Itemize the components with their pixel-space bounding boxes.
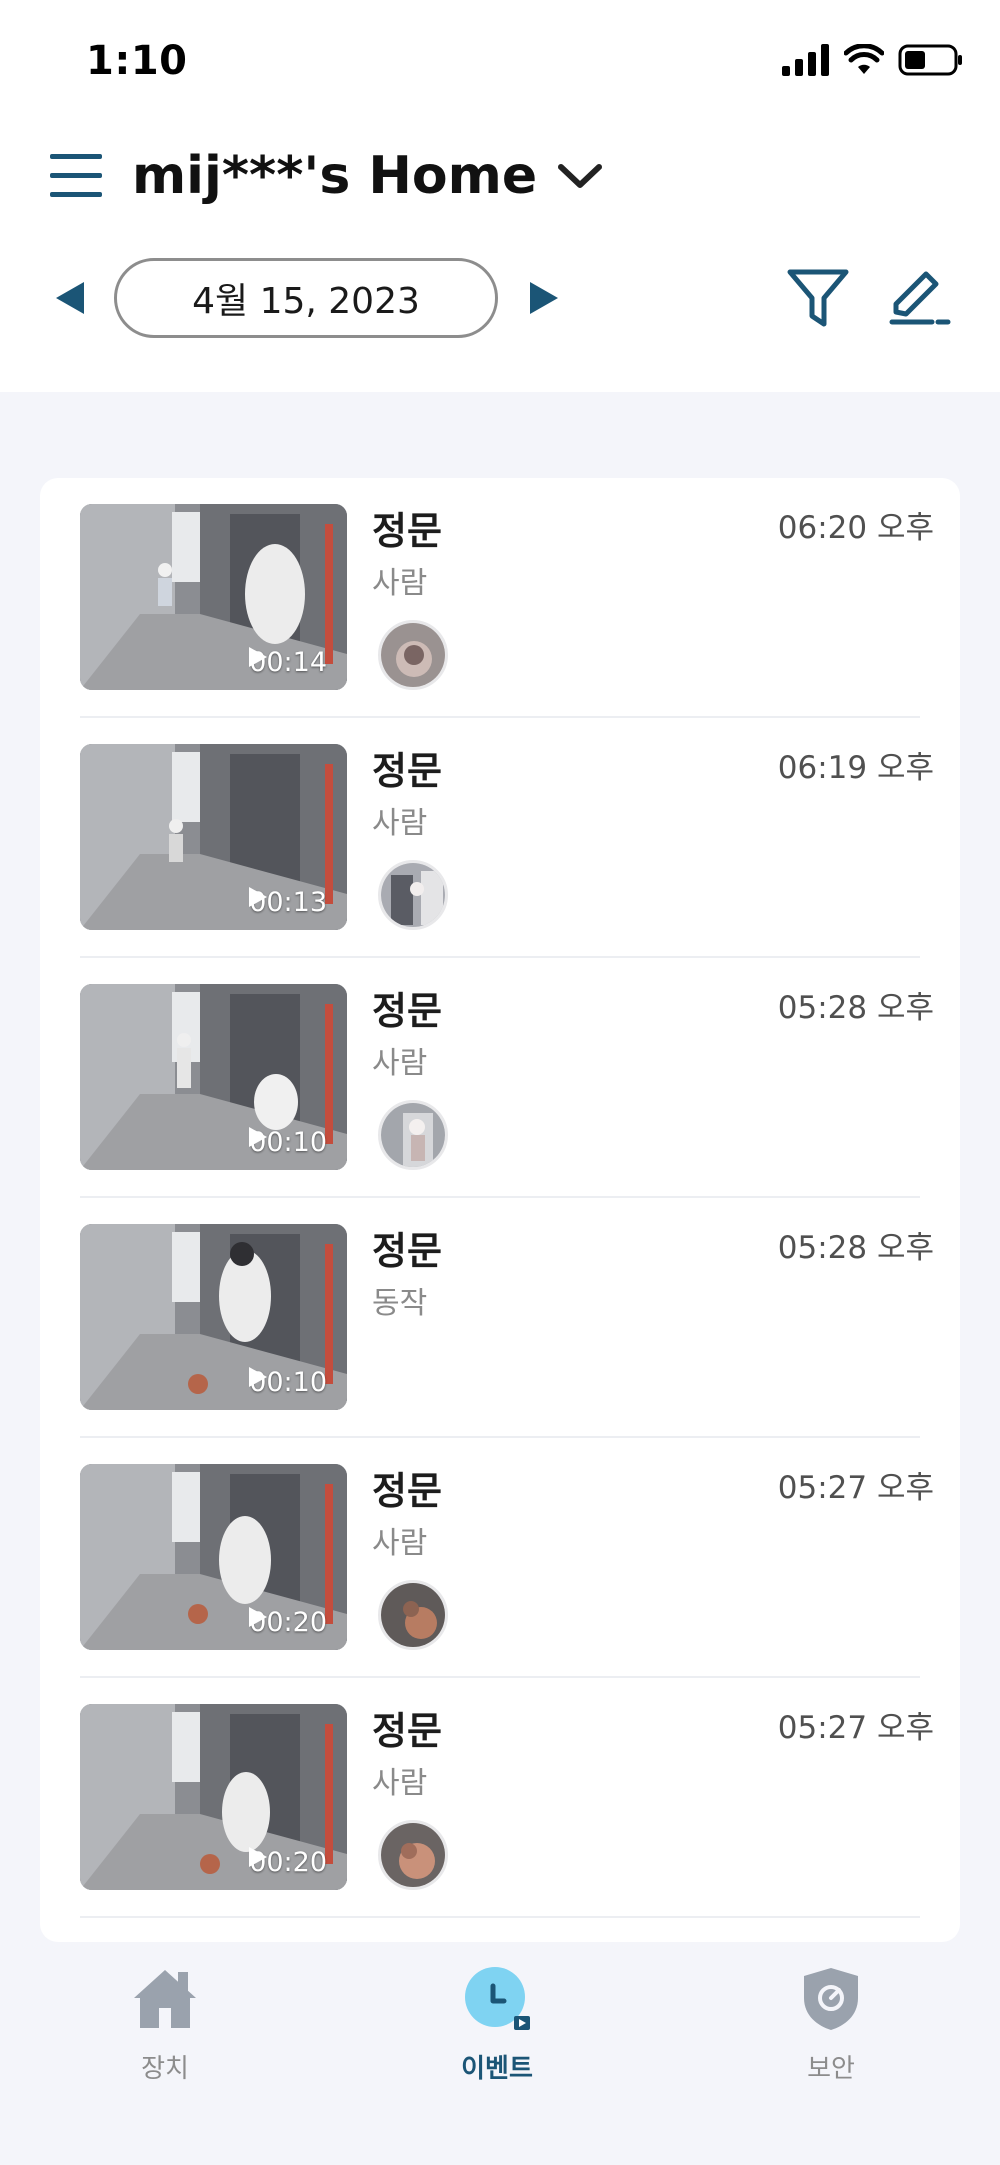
detection-avatar (378, 1820, 448, 1890)
play-icon (249, 887, 268, 907)
event-time: 05:27 오후 (777, 1710, 934, 1746)
event-thumbnail[interactable]: 00:20 (80, 1704, 347, 1890)
event-thumbnail[interactable]: 00:13 (80, 744, 347, 930)
event-type: 사람 (372, 1046, 428, 1081)
event-thumbnail[interactable]: 00:10 (80, 1224, 347, 1410)
play-icon (249, 1367, 268, 1387)
play-icon (249, 1607, 268, 1627)
event-item[interactable]: 00:14 정문 사람 06:20 오후 (80, 478, 934, 718)
detection-avatar (378, 1100, 448, 1170)
filter-icon[interactable] (784, 264, 852, 332)
event-item[interactable]: 00:20 정문 사람 05:27 오후 (80, 1438, 934, 1678)
edit-icon[interactable] (884, 264, 952, 332)
top-header: 1:10 mij***'s Home 4월 15, 2023 (0, 0, 1000, 392)
event-camera-name: 정문 (372, 989, 442, 1033)
event-camera-name: 정문 (372, 1709, 442, 1753)
tab-label: 이벤트 (461, 2054, 533, 2084)
detection-avatar (378, 620, 448, 690)
detection-avatar (378, 860, 448, 930)
next-date-button[interactable] (526, 280, 562, 316)
wifi-icon (844, 44, 884, 74)
home-title: mij***'s Home (132, 146, 538, 206)
event-time: 05:28 오후 (777, 1230, 934, 1266)
menu-icon[interactable] (50, 150, 102, 202)
date-picker[interactable]: 4월 15, 2023 (114, 258, 498, 338)
video-duration: 00:20 (249, 1847, 327, 1878)
signal-icon (782, 44, 829, 76)
detection-avatar (378, 1580, 448, 1650)
video-duration: 00:10 (249, 1127, 327, 1158)
tab-events[interactable]: 이벤트 (397, 1964, 597, 2085)
event-time: 06:19 오후 (777, 750, 934, 786)
event-time: 06:20 오후 (777, 510, 934, 546)
video-duration: 00:13 (249, 887, 327, 918)
event-camera-name: 정문 (372, 749, 442, 793)
event-camera-name: 정문 (372, 1229, 442, 1273)
event-type: 동작 (372, 1286, 428, 1321)
bottom-tab-bar: 장치 이벤트 보안 (0, 1942, 1000, 2165)
event-time: 05:27 오후 (777, 1470, 934, 1506)
event-thumbnail[interactable]: 00:20 (80, 1464, 347, 1650)
chevron-down-icon (558, 164, 603, 188)
event-type: 사람 (372, 566, 428, 601)
video-duration: 00:20 (249, 1607, 327, 1638)
event-item[interactable]: 00:13 정문 사람 06:19 오후 (80, 718, 934, 958)
event-item[interactable]: 00:10 정문 동작 05:28 오후 (80, 1198, 934, 1438)
date-label: 4월 15, 2023 (192, 281, 420, 322)
event-item[interactable]: 00:10 정문 사람 05:28 오후 (80, 958, 934, 1198)
tab-security[interactable]: 보안 (731, 1964, 931, 2085)
video-duration: 00:14 (249, 647, 327, 678)
battery-icon (898, 44, 962, 76)
status-icons (782, 40, 964, 80)
shield-icon (804, 1968, 858, 2030)
event-item[interactable]: 00:20 정문 사람 05:27 오후 (80, 1678, 934, 1918)
event-camera-name: 정문 (372, 509, 442, 553)
previous-date-button[interactable] (52, 280, 88, 316)
play-icon (249, 647, 268, 667)
event-list: 00:14 정문 사람 06:20 오후 00:13 정문 사람 06:19 오… (40, 478, 960, 1942)
event-thumbnail[interactable]: 00:10 (80, 984, 347, 1170)
event-type: 사람 (372, 1526, 428, 1561)
status-time: 1:10 (86, 38, 188, 84)
tab-label: 장치 (141, 2054, 189, 2084)
event-type: 사람 (372, 806, 428, 841)
event-time: 05:28 오후 (777, 990, 934, 1026)
event-type: 사람 (372, 1766, 428, 1801)
house-icon (134, 1970, 196, 2028)
video-duration: 00:10 (249, 1367, 327, 1398)
home-selector[interactable]: mij***'s Home (132, 146, 605, 206)
tab-label: 보안 (807, 2054, 855, 2084)
tab-devices[interactable]: 장치 (65, 1964, 265, 2085)
clock-icon (465, 1967, 530, 2030)
play-icon (249, 1127, 268, 1147)
event-camera-name: 정문 (372, 1469, 442, 1513)
event-thumbnail[interactable]: 00:14 (80, 504, 347, 690)
play-icon (249, 1847, 268, 1867)
